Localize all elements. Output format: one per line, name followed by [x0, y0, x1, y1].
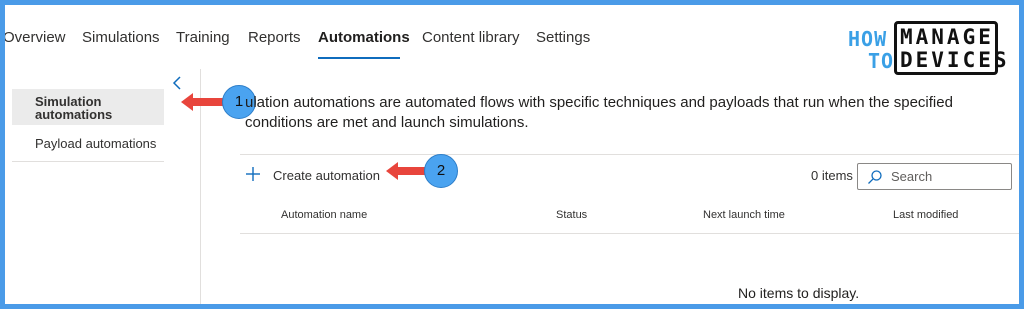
tab-automations[interactable]: Automations: [318, 29, 410, 46]
empty-state-message: No items to display.: [738, 285, 860, 301]
app-frame: Overview Simulations Training Reports Au…: [5, 5, 1019, 304]
create-automation-button[interactable]: Create automation: [245, 163, 380, 187]
page-description: ulation automations are automated flows …: [245, 94, 953, 131]
logo-to-text: TO: [868, 49, 895, 73]
sidebar-item-payload-automations[interactable]: Payload automations: [12, 131, 164, 161]
table-header-divider: [240, 233, 1019, 234]
tab-simulations[interactable]: Simulations: [82, 29, 160, 46]
tab-content-library[interactable]: Content library: [422, 29, 520, 46]
command-bar-divider: [240, 154, 1019, 155]
sidebar-item-simulation-automations[interactable]: Simulation automations: [12, 89, 164, 125]
arrow-left-icon: [181, 93, 227, 111]
active-tab-underline: [318, 57, 400, 59]
column-header-last-modified[interactable]: Last modified: [893, 209, 958, 221]
tab-training[interactable]: Training: [176, 29, 230, 46]
tab-reports[interactable]: Reports: [248, 29, 301, 46]
tab-settings[interactable]: Settings: [536, 29, 590, 46]
annotation-badge-2: 2: [424, 154, 458, 188]
logo-devices-text: DEVICES: [900, 48, 1010, 72]
plus-icon: [245, 165, 263, 185]
collapse-nav-button[interactable]: [171, 75, 185, 91]
column-header-next-launch-time[interactable]: Next launch time: [703, 209, 785, 221]
logo-how-text: HOW: [848, 27, 888, 51]
search-placeholder: Search: [891, 169, 933, 184]
create-automation-label: Create automation: [273, 167, 380, 183]
tab-overview[interactable]: Overview: [5, 29, 66, 46]
howtomanagedevices-logo: HOW TO MANAGE DEVICES: [848, 21, 1007, 75]
top-nav: Overview Simulations Training Reports Au…: [5, 5, 825, 63]
search-icon: [867, 169, 883, 185]
sidebar-separator: [12, 161, 164, 162]
search-input[interactable]: Search: [857, 163, 1012, 190]
column-header-automation-name[interactable]: Automation name: [281, 209, 367, 221]
logo-manage-text: MANAGE: [900, 25, 994, 49]
chevron-left-icon: [172, 76, 181, 90]
items-count: 0 items: [811, 168, 853, 183]
column-header-status[interactable]: Status: [556, 209, 587, 221]
